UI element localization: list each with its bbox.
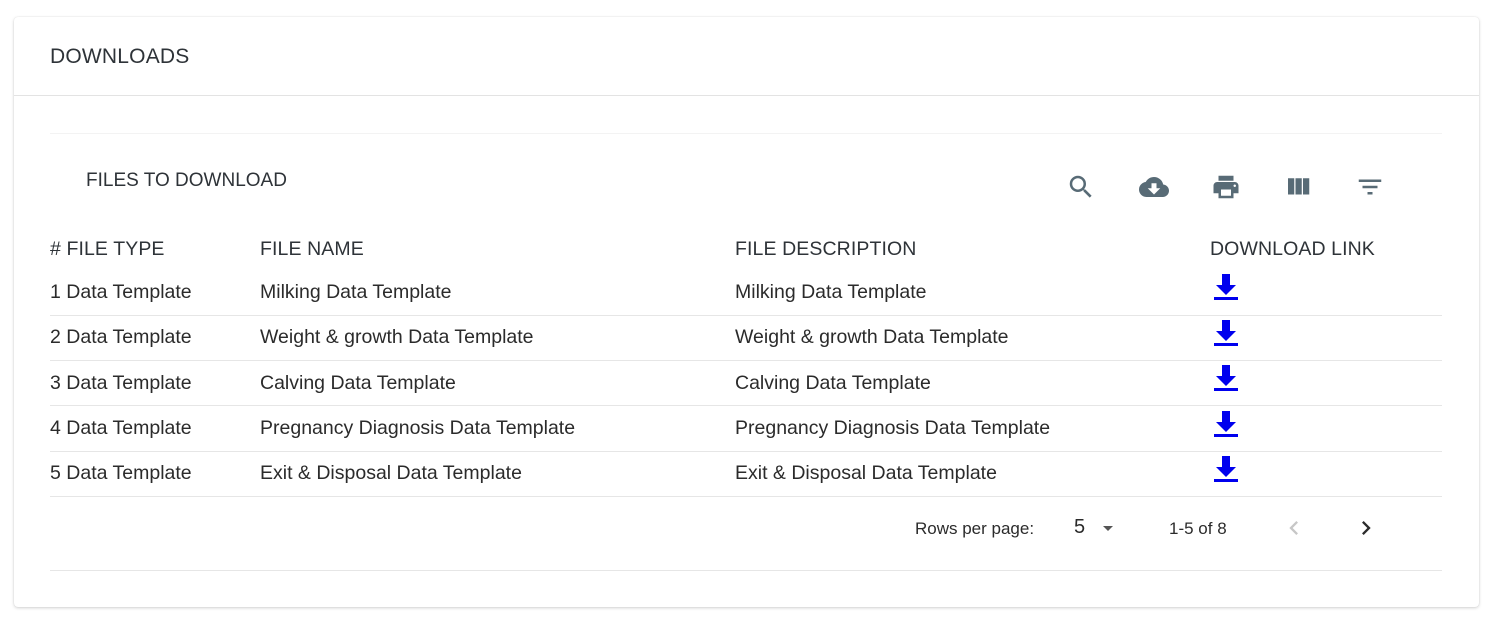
- download-link[interactable]: [1213, 454, 1239, 484]
- card-header: DOWNLOADS: [14, 17, 1479, 96]
- cell-file-description: Pregnancy Diagnosis Data Template: [735, 405, 1210, 452]
- cell-file-description: Weight & growth Data Template: [735, 315, 1210, 362]
- column-header-download-link[interactable]: DOWNLOAD LINK: [1210, 228, 1442, 270]
- table-row: 4 Data Template Pregnancy Diagnosis Data…: [50, 405, 1442, 452]
- table-header-row: # FILE TYPE FILE NAME FILE DESCRIPTION D…: [50, 228, 1442, 270]
- rows-per-page-value: 5: [1074, 516, 1086, 538]
- download-link[interactable]: [1213, 272, 1239, 302]
- search-button[interactable]: [1057, 163, 1105, 211]
- cell-file-name: Calving Data Template: [260, 360, 735, 407]
- cell-file-type: 5 Data Template: [50, 451, 260, 497]
- cell-file-name: Pregnancy Diagnosis Data Template: [260, 405, 735, 452]
- column-header-file-description[interactable]: FILE DESCRIPTION: [735, 228, 1210, 270]
- search-icon: [1069, 175, 1092, 198]
- download-arrow-icon: [1214, 410, 1238, 437]
- cell-file-name: Exit & Disposal Data Template: [260, 451, 735, 497]
- filter-button[interactable]: [1346, 163, 1394, 211]
- chevron-left-icon: [1289, 521, 1298, 535]
- rows-per-page-select[interactable]: 5: [1072, 514, 1120, 544]
- cell-file-type: 4 Data Template: [50, 405, 260, 452]
- table-row: 5 Data Template Exit & Disposal Data Tem…: [50, 451, 1442, 497]
- cell-file-description: Calving Data Template: [735, 360, 1210, 407]
- card-title: DOWNLOADS: [50, 45, 190, 68]
- cell-file-description: Milking Data Template: [735, 270, 1210, 316]
- cell-download-link: [1210, 405, 1442, 452]
- pagination-range: 1-5 of 8: [1169, 519, 1227, 538]
- table-title: FILES TO DOWNLOAD: [86, 170, 287, 191]
- cell-download-link: [1210, 315, 1442, 362]
- chevron-right-icon: [1362, 521, 1371, 535]
- cell-file-type: 3 Data Template: [50, 360, 260, 407]
- rows-per-page-label: Rows per page:: [915, 519, 1035, 538]
- download-arrow-icon: [1214, 455, 1238, 482]
- next-page-button[interactable]: [1346, 508, 1386, 548]
- download-link[interactable]: [1213, 318, 1239, 348]
- files-table: # FILE TYPE FILE NAME FILE DESCRIPTION D…: [50, 228, 1442, 497]
- cell-download-link: [1210, 451, 1442, 497]
- download-arrow-icon: [1214, 319, 1238, 346]
- table-toolbar: FILES TO DOWNLOAD: [50, 134, 1442, 230]
- cell-file-type: 2 Data Template: [50, 315, 260, 362]
- download-csv-button[interactable]: [1130, 163, 1178, 211]
- table-row: 3 Data Template Calving Data Template Ca…: [50, 360, 1442, 407]
- cloud-download-icon: [1139, 177, 1169, 197]
- view-columns-button[interactable]: [1274, 163, 1322, 211]
- downloads-card: DOWNLOADS FILES TO DOWNLOAD # FILE TYPE …: [14, 17, 1479, 607]
- table-pagination: Rows per page: 5 1-5 of 8: [50, 502, 1442, 558]
- column-header-file-type[interactable]: # FILE TYPE: [50, 228, 260, 270]
- previous-page-button[interactable]: [1274, 508, 1314, 548]
- filter-list-icon: [1358, 179, 1382, 195]
- caret-down-icon: [1103, 526, 1113, 531]
- table-row: 2 Data Template Weight & growth Data Tem…: [50, 315, 1442, 362]
- files-table-container: FILES TO DOWNLOAD # FILE TYPE FILE NAME …: [50, 133, 1442, 571]
- print-button[interactable]: [1202, 163, 1250, 211]
- column-header-file-name[interactable]: FILE NAME: [260, 228, 735, 270]
- cell-file-name: Milking Data Template: [260, 270, 735, 316]
- print-icon: [1213, 175, 1239, 199]
- download-arrow-icon: [1214, 274, 1238, 301]
- cell-file-description: Exit & Disposal Data Template: [735, 451, 1210, 497]
- view-columns-icon: [1288, 178, 1310, 195]
- cell-file-type: 1 Data Template: [50, 270, 260, 316]
- cell-file-name: Weight & growth Data Template: [260, 315, 735, 362]
- download-link[interactable]: [1213, 363, 1239, 393]
- download-arrow-icon: [1214, 365, 1238, 392]
- cell-download-link: [1210, 360, 1442, 407]
- cell-download-link: [1210, 270, 1442, 316]
- table-row: 1 Data Template Milking Data Template Mi…: [50, 270, 1442, 316]
- download-link[interactable]: [1213, 409, 1239, 439]
